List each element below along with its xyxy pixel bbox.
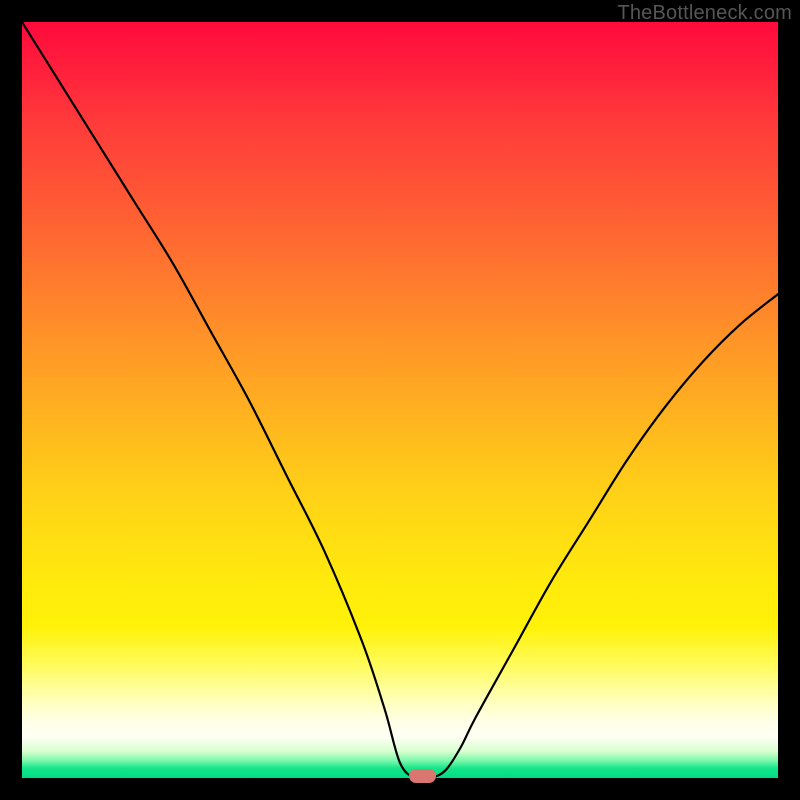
chart-frame: TheBottleneck.com (0, 0, 800, 800)
minimum-marker (409, 769, 435, 783)
watermark-text: TheBottleneck.com (617, 2, 792, 25)
plot-area (22, 22, 778, 778)
bottleneck-curve (22, 22, 778, 778)
